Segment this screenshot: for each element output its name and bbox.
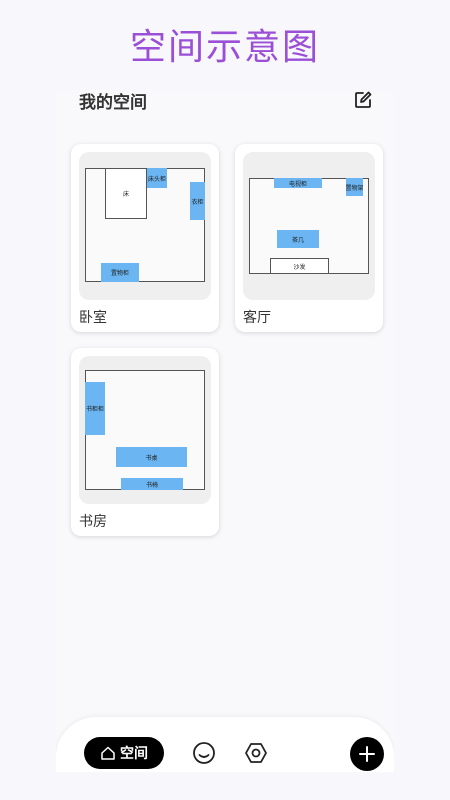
smiley-icon[interactable] <box>192 741 216 765</box>
nav-home-label: 空间 <box>120 746 148 762</box>
room-thumbnail: 床 床头柜 衣柜 置物柜 <box>79 152 211 300</box>
settings-icon[interactable] <box>244 741 268 765</box>
room-card-living-room[interactable]: 电视柜 置物架 茶几 沙发 客厅 <box>235 144 383 332</box>
room-card-bedroom[interactable]: 床 床头柜 衣柜 置物柜 卧室 <box>71 144 219 332</box>
room-thumbnail: 书柜柜 书桌 书椅 <box>79 356 211 504</box>
app-window: 我的空间 床 床头柜 衣柜 置物柜 卧室 电视柜 置物架 茶几 沙发 客厅 书柜… <box>56 90 394 772</box>
header: 我的空间 <box>79 90 373 114</box>
room-thumbnail: 电视柜 置物架 茶几 沙发 <box>243 152 375 300</box>
furniture-item: 书柜柜 <box>85 382 105 435</box>
room-name: 书房 <box>79 514 107 530</box>
bottom-nav: 空间 <box>56 717 394 772</box>
furniture-item: 沙发 <box>270 258 329 274</box>
furniture-item: 床 <box>105 168 147 219</box>
home-icon <box>101 746 115 760</box>
furniture-item: 床头柜 <box>147 168 167 188</box>
furniture-item: 茶几 <box>277 230 319 248</box>
edit-icon[interactable] <box>353 90 373 110</box>
room-card-study[interactable]: 书柜柜 书桌 书椅 书房 <box>71 348 219 536</box>
furniture-item: 衣柜 <box>190 182 205 220</box>
add-room-button[interactable] <box>350 737 384 771</box>
app-title: 空间示意图 <box>129 27 320 68</box>
furniture-item: 置物柜 <box>101 263 139 282</box>
room-name: 卧室 <box>79 310 107 326</box>
plus-icon <box>359 746 375 762</box>
page-title: 我的空间 <box>79 93 147 113</box>
furniture-item: 书桌 <box>116 447 187 467</box>
room-name: 客厅 <box>243 310 271 326</box>
screen: 空间示意图 我的空间 床 床头柜 衣柜 置物柜 卧室 电视柜 置物架 茶几 沙发… <box>0 0 450 800</box>
furniture-item: 电视柜 <box>274 178 322 188</box>
furniture-item: 书椅 <box>121 478 183 490</box>
furniture-item: 置物架 <box>346 178 363 196</box>
nav-home-button[interactable]: 空间 <box>84 737 164 769</box>
